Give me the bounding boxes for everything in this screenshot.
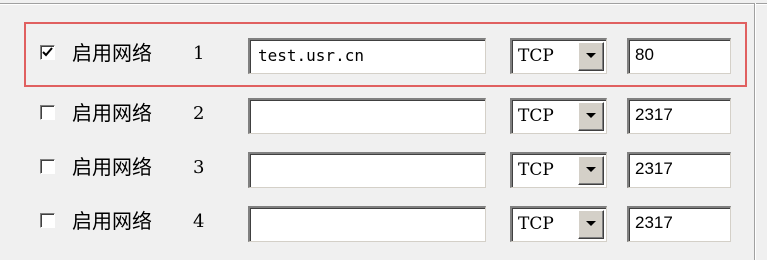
network-row-4: 启用网络 4 TCP 2317 [0,201,767,245]
enable-network-checkbox-3[interactable] [40,159,55,174]
protocol-dropdown-button-1[interactable] [578,42,604,71]
dropdown-arrow-icon [586,113,596,118]
enable-network-label-3: 启用网络 [72,155,152,179]
dropdown-arrow-icon [586,221,596,226]
address-input-3[interactable] [248,152,486,188]
enable-network-label-2: 启用网络 [72,101,152,125]
dropdown-arrow-icon [586,167,596,172]
network-row-1: 启用网络 1 test.usr.cn TCP 80 [0,33,767,77]
protocol-dropdown-button-2[interactable] [578,102,604,131]
network-index-3: 3 [193,157,205,178]
protocol-dropdown-button-3[interactable] [578,156,604,185]
checkmark-icon [42,47,53,57]
dropdown-arrow-icon [586,53,596,58]
network-row-3: 启用网络 3 TCP 2317 [0,147,767,191]
enable-network-checkbox-4[interactable] [40,213,55,228]
network-index-2: 2 [193,103,205,124]
enable-network-checkbox-1[interactable] [40,45,55,60]
protocol-value-2: TCP [518,106,554,126]
network-row-2: 启用网络 2 TCP 2317 [0,93,767,137]
network-index-4: 4 [193,211,205,232]
port-input-3[interactable]: 2317 [627,152,731,188]
protocol-value-1: TCP [518,46,554,66]
enable-network-checkbox-2[interactable] [40,105,55,120]
address-input-2[interactable] [248,98,486,134]
protocol-select-2[interactable]: TCP [510,98,607,134]
protocol-select-4[interactable]: TCP [510,206,607,242]
protocol-value-3: TCP [518,160,554,180]
address-input-1[interactable]: test.usr.cn [248,38,486,74]
address-input-4[interactable] [248,206,486,242]
port-input-2[interactable]: 2317 [627,98,731,134]
protocol-value-4: TCP [518,214,554,234]
panel-border-top-highlight [0,4,767,5]
protocol-dropdown-button-4[interactable] [578,210,604,239]
enable-network-label-1: 启用网络 [72,41,152,65]
enable-network-label-4: 启用网络 [72,209,152,233]
port-input-4[interactable]: 2317 [627,206,731,242]
protocol-select-1[interactable]: TCP [510,38,607,74]
protocol-select-3[interactable]: TCP [510,152,607,188]
network-index-1: 1 [193,43,205,64]
port-input-1[interactable]: 80 [627,38,731,74]
